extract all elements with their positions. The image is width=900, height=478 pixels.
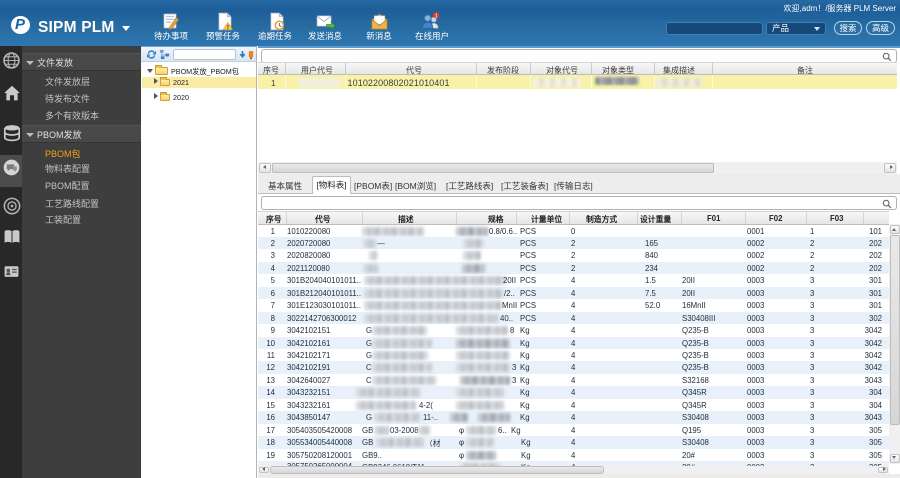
svg-text:1: 1 — [435, 13, 438, 19]
